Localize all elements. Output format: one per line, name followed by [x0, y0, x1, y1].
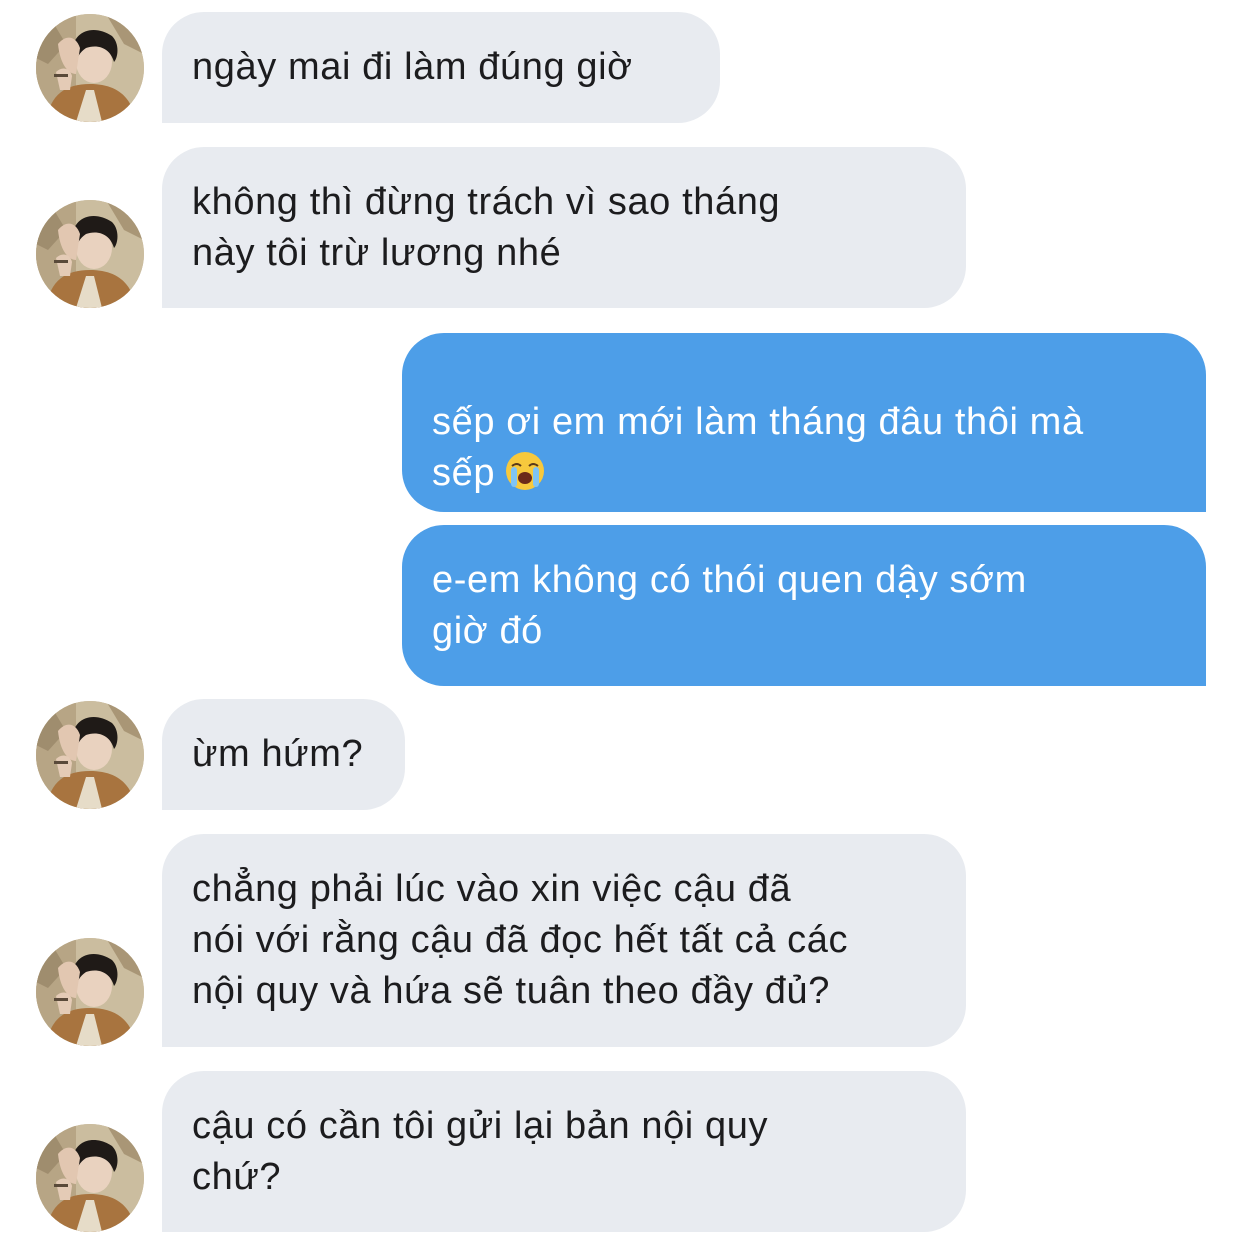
contact-avatar[interactable] — [36, 200, 144, 308]
outgoing-message-bubble: sếp ơi em mới làm tháng đâu thôi mà sếp — [402, 333, 1206, 512]
message-text: ngày mai đi làm đúng giờ — [192, 46, 633, 88]
incoming-message-bubble: cậu có cần tôi gửi lại bản nội quy chứ? — [162, 1071, 966, 1232]
contact-avatar[interactable] — [36, 938, 144, 1046]
incoming-message-bubble: ừm hứm? — [162, 699, 405, 810]
incoming-message-bubble: ngày mai đi làm đúng giờ — [162, 12, 720, 123]
message-text: chẳng phải lúc vào xin việc cậu đã nói v… — [192, 868, 849, 1012]
message-text: e-em không có thói quen dậy sớm giờ đó — [432, 558, 1027, 652]
incoming-message-bubble: không thì đừng trách vì sao tháng này tô… — [162, 147, 966, 308]
contact-avatar[interactable] — [36, 14, 144, 122]
contact-avatar[interactable] — [36, 701, 144, 809]
message-text: cậu có cần tôi gửi lại bản nội quy chứ? — [192, 1104, 769, 1198]
crying-face-emoji-icon — [505, 451, 545, 491]
contact-avatar[interactable] — [36, 1124, 144, 1232]
incoming-message-bubble: chẳng phải lúc vào xin việc cậu đã nói v… — [162, 834, 966, 1047]
chat-thread: ngày mai đi làm đúng giờ không thì đừng … — [0, 0, 1242, 1252]
outgoing-message-bubble: e-em không có thói quen dậy sớm giờ đó — [402, 525, 1206, 686]
message-text: không thì đừng trách vì sao tháng này tô… — [192, 180, 781, 274]
message-text: ừm hứm? — [192, 733, 364, 775]
